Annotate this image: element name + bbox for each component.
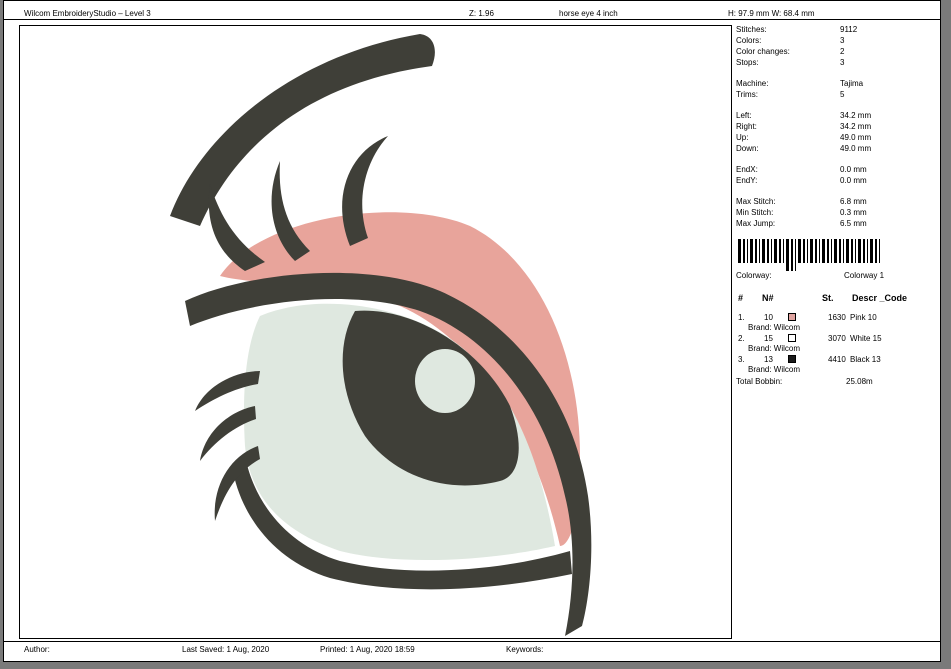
stat-label: Max Jump: xyxy=(736,219,776,228)
stat-label: EndX: xyxy=(736,165,758,174)
stat-row: EndX: 0.0 mm xyxy=(736,165,867,174)
color-descr: Pink 10 xyxy=(850,313,877,322)
color-swatch xyxy=(788,334,796,342)
stat-value: 3 xyxy=(840,36,845,45)
stat-value: 6.8 mm xyxy=(840,197,867,206)
design-info-panel: Stitches: 9112 Colors: 3 Color changes: 2 Stop… xyxy=(732,25,940,639)
stat-label: Left: xyxy=(736,111,752,120)
app-title: Wilcom EmbroideryStudio – Level 3 xyxy=(24,9,151,18)
stat-row: Max Stitch: 6.8 mm xyxy=(736,197,867,206)
barcode-image xyxy=(738,239,880,271)
color-number: 10 xyxy=(764,313,773,322)
color-brand: Brand: Wilcom xyxy=(748,344,801,353)
stat-label: Max Stitch: xyxy=(736,197,776,206)
stat-label: Trims: xyxy=(736,90,758,99)
total-bobbin-row: Total Bobbin: 25.08m xyxy=(736,377,873,386)
stat-label: Min Stitch: xyxy=(736,208,774,217)
stat-value: 34.2 mm xyxy=(840,111,872,120)
stat-value: 9112 xyxy=(840,25,858,34)
color-table-header-number: N# xyxy=(762,293,774,303)
stat-row: Up: 49.0 mm xyxy=(736,133,871,142)
stat-value: 6.5 mm xyxy=(840,219,867,228)
total-bobbin-label: Total Bobbin: xyxy=(736,377,783,386)
design-dimensions: H: 97.9 mm W: 68.4 mm xyxy=(728,9,815,18)
stat-row: Right: 34.2 mm xyxy=(736,122,871,131)
stat-value: 49.0 mm xyxy=(840,133,872,142)
eye-embroidery-design xyxy=(170,34,592,636)
color-table-row: 1. 10 1630 Pink 10 xyxy=(736,313,936,323)
stat-label: EndY: xyxy=(736,176,758,185)
colorway-value: Colorway 1 xyxy=(844,271,885,280)
stat-value: 5 xyxy=(840,90,845,99)
total-bobbin-value: 25.08m xyxy=(846,377,873,386)
pupil-highlight xyxy=(415,349,475,413)
print-preview-sheet: Wilcom EmbroideryStudio – Level 3 Z: 1.9… xyxy=(3,0,941,662)
stat-label: Up: xyxy=(736,133,749,142)
stat-row: Stitches: 9112 xyxy=(736,25,857,34)
stat-label: Stops: xyxy=(736,58,759,67)
stat-row: Machine: Tajima xyxy=(736,79,863,88)
keywords-label: Keywords: xyxy=(506,645,544,654)
sheet-footer: Author: Last Saved: 1 Aug, 2020 Printed:… xyxy=(4,641,940,661)
lash-1 xyxy=(208,184,265,271)
color-swatch xyxy=(788,355,796,363)
stat-value: 2 xyxy=(840,47,845,56)
color-stitches: 1630 xyxy=(828,313,846,322)
author-label: Author: xyxy=(24,645,50,654)
stat-label: Color changes: xyxy=(736,47,790,56)
stat-value: 0.0 mm xyxy=(840,165,867,174)
stat-value: 34.2 mm xyxy=(840,122,872,131)
color-index: 3. xyxy=(738,355,745,364)
stat-row: Trims: 5 xyxy=(736,90,844,99)
stat-row: Down: 49.0 mm xyxy=(736,144,871,153)
color-index: 2. xyxy=(738,334,745,343)
printed-date: Printed: 1 Aug, 2020 18:59 xyxy=(320,645,415,654)
stat-row: Color changes: 2 xyxy=(736,47,844,56)
color-index: 1. xyxy=(738,313,745,322)
stat-value: 0.3 mm xyxy=(840,208,867,217)
color-table-header-index: # xyxy=(738,293,744,303)
stat-value: 49.0 mm xyxy=(840,144,872,153)
design-name: horse eye 4 inch xyxy=(559,9,618,18)
zoom-level: Z: 1.96 xyxy=(469,9,494,18)
stat-label: Colors: xyxy=(736,36,762,45)
design-canvas xyxy=(19,25,732,639)
color-brand: Brand: Wilcom xyxy=(748,323,801,332)
color-table-header-descr: Descr _Code xyxy=(852,293,908,303)
color-table-row: 2. 15 3070 White 15 xyxy=(736,334,936,344)
stat-row: Colors: 3 xyxy=(736,36,844,45)
colorway-row: Colorway: Colorway 1 xyxy=(736,271,884,280)
stat-row: EndY: 0.0 mm xyxy=(736,176,867,185)
stat-label: Stitches: xyxy=(736,25,767,34)
stat-row: Left: 34.2 mm xyxy=(736,111,871,120)
color-descr: White 15 xyxy=(850,334,882,343)
stat-label: Machine: xyxy=(736,79,769,88)
color-number: 13 xyxy=(764,355,773,364)
stat-value: Tajima xyxy=(840,79,864,88)
color-brand: Brand: Wilcom xyxy=(748,365,801,374)
colorway-label: Colorway: xyxy=(736,271,772,280)
sheet-header: Wilcom EmbroideryStudio – Level 3 Z: 1.9… xyxy=(4,1,940,20)
stat-label: Right: xyxy=(736,122,757,131)
stat-label: Down: xyxy=(736,144,759,153)
stat-row: Stops: 3 xyxy=(736,58,844,67)
color-table-header-stitches: St. xyxy=(822,293,834,303)
color-stitches: 4410 xyxy=(828,355,846,364)
color-descr: Black 13 xyxy=(850,355,881,364)
stat-row: Max Jump: 6.5 mm xyxy=(736,219,867,228)
stat-row: Min Stitch: 0.3 mm xyxy=(736,208,867,217)
color-stitches: 3070 xyxy=(828,334,846,343)
stat-value: 0.0 mm xyxy=(840,176,867,185)
color-number: 15 xyxy=(764,334,773,343)
color-table-row: 3. 13 4410 Black 13 xyxy=(736,355,936,365)
stat-value: 3 xyxy=(840,58,845,67)
color-swatch xyxy=(788,313,796,321)
last-saved: Last Saved: 1 Aug, 2020 xyxy=(182,645,270,654)
